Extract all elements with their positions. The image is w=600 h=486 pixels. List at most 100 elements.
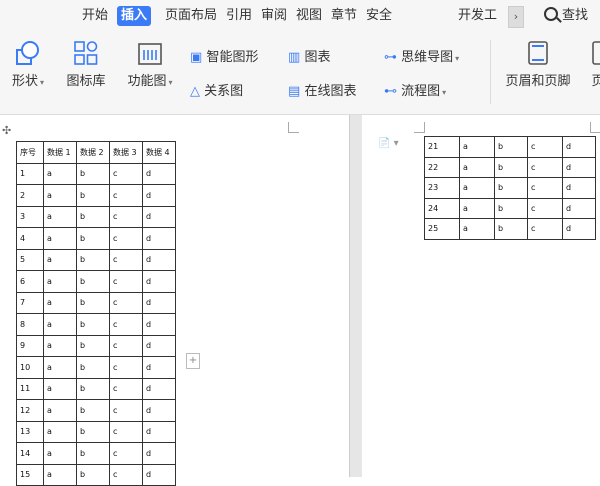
table-cell[interactable]: d: [562, 156, 596, 178]
tab-security[interactable]: 安全: [366, 6, 392, 26]
tab-view[interactable]: 视图: [296, 6, 322, 26]
table-cell[interactable]: c: [527, 156, 563, 178]
relation-chart-button[interactable]: △ 关系图: [190, 80, 243, 99]
chart-button[interactable]: ▥ 图表: [288, 46, 330, 65]
table-cell[interactable]: b: [76, 334, 110, 357]
table-cell[interactable]: 23: [424, 177, 460, 199]
table-cell[interactable]: a: [459, 218, 495, 240]
table-cell[interactable]: c: [109, 270, 143, 293]
table-cell[interactable]: d: [142, 162, 176, 185]
table-cell[interactable]: a: [43, 205, 77, 228]
page-number-button[interactable]: 页: [588, 40, 600, 89]
table-cell[interactable]: 1: [16, 162, 44, 185]
table-cell[interactable]: c: [109, 184, 143, 207]
table-cell[interactable]: d: [142, 205, 176, 228]
table-cell[interactable]: a: [43, 227, 77, 250]
table-cell[interactable]: c: [109, 399, 143, 422]
page-icon[interactable]: 📄 ▾: [378, 138, 399, 149]
table-cell[interactable]: a: [43, 270, 77, 293]
table-cell[interactable]: d: [142, 184, 176, 207]
table-cell[interactable]: d: [142, 377, 176, 400]
search-button[interactable]: 查找: [544, 6, 588, 26]
table-cell[interactable]: c: [527, 218, 563, 240]
table-cell[interactable]: 3: [16, 205, 44, 228]
tab-developer[interactable]: 开发工: [458, 6, 497, 26]
table-cell[interactable]: 15: [16, 463, 44, 486]
table-cell[interactable]: c: [527, 177, 563, 199]
table-cell[interactable]: b: [76, 420, 110, 443]
tab-page-layout[interactable]: 页面布局: [165, 6, 217, 26]
table-cell[interactable]: 8: [16, 313, 44, 336]
table-cell[interactable]: a: [43, 162, 77, 185]
table-cell[interactable]: 4: [16, 227, 44, 250]
table-cell[interactable]: b: [76, 463, 110, 486]
function-chart-button[interactable]: 功能图 ▾: [122, 40, 178, 89]
table-cell[interactable]: 7: [16, 291, 44, 314]
online-chart-button[interactable]: ▤ 在线图表: [288, 80, 356, 99]
table-cell[interactable]: 14: [16, 442, 44, 465]
tab-scroll-button[interactable]: ›: [508, 6, 524, 28]
flowchart-button[interactable]: ⊷ 流程图 ▾: [384, 80, 446, 99]
table-cell[interactable]: c: [109, 334, 143, 357]
table-cell[interactable]: 13: [16, 420, 44, 443]
table-cell[interactable]: a: [459, 156, 495, 178]
table-cell[interactable]: c: [109, 291, 143, 314]
table-cell[interactable]: c: [109, 356, 143, 379]
table-cell[interactable]: d: [142, 356, 176, 379]
table-cell[interactable]: d: [142, 291, 176, 314]
table-cell[interactable]: c: [527, 197, 563, 219]
table-cell[interactable]: b: [494, 218, 528, 240]
table-cell[interactable]: b: [76, 227, 110, 250]
table-move-handle-icon[interactable]: ✣: [2, 124, 11, 137]
table-cell[interactable]: a: [43, 313, 77, 336]
table-cell[interactable]: d: [142, 248, 176, 271]
table-cell[interactable]: b: [494, 156, 528, 178]
table-cell[interactable]: 12: [16, 399, 44, 422]
table-cell[interactable]: a: [43, 442, 77, 465]
table-cell[interactable]: 9: [16, 334, 44, 357]
table-cell[interactable]: b: [494, 177, 528, 199]
table-cell[interactable]: c: [109, 420, 143, 443]
table-cell[interactable]: a: [43, 291, 77, 314]
table-cell[interactable]: a: [43, 420, 77, 443]
tab-start[interactable]: 开始: [82, 6, 108, 26]
table-cell[interactable]: d: [142, 399, 176, 422]
table-cell[interactable]: d: [562, 136, 596, 158]
table-cell[interactable]: b: [76, 313, 110, 336]
tab-insert[interactable]: 插入: [117, 6, 152, 26]
table-cell[interactable]: d: [562, 177, 596, 199]
table-cell[interactable]: d: [142, 227, 176, 250]
table-cell[interactable]: a: [459, 197, 495, 219]
table-cell[interactable]: b: [494, 197, 528, 219]
icon-library-button[interactable]: 图标库: [64, 40, 108, 89]
table-cell[interactable]: b: [76, 162, 110, 185]
table-cell[interactable]: d: [142, 442, 176, 465]
table-cell[interactable]: b: [76, 205, 110, 228]
table-cell[interactable]: b: [76, 248, 110, 271]
header-footer-button[interactable]: 页眉和页脚: [498, 40, 578, 89]
table-cell[interactable]: a: [459, 177, 495, 199]
table-cell[interactable]: 11: [16, 377, 44, 400]
tab-chapter[interactable]: 章节: [331, 6, 357, 26]
table-cell[interactable]: a: [43, 248, 77, 271]
tab-review[interactable]: 审阅: [261, 6, 287, 26]
table-cell[interactable]: c: [109, 442, 143, 465]
table-cell[interactable]: c: [109, 377, 143, 400]
table-cell[interactable]: b: [76, 442, 110, 465]
shape-button[interactable]: 形状 ▾: [8, 40, 48, 89]
table-cell[interactable]: d: [142, 270, 176, 293]
table-cell[interactable]: b: [76, 270, 110, 293]
table-cell[interactable]: d: [142, 334, 176, 357]
mind-map-button[interactable]: ⊶ 思维导图 ▾: [384, 46, 459, 65]
table-cell[interactable]: a: [43, 399, 77, 422]
table-cell[interactable]: c: [109, 463, 143, 486]
table-cell[interactable]: c: [109, 313, 143, 336]
table-cell[interactable]: a: [43, 334, 77, 357]
table-cell[interactable]: 10: [16, 356, 44, 379]
tab-references[interactable]: 引用: [226, 6, 252, 26]
table-cell[interactable]: c: [109, 205, 143, 228]
table-cell[interactable]: a: [43, 463, 77, 486]
table-cell[interactable]: c: [109, 248, 143, 271]
table-cell[interactable]: d: [562, 218, 596, 240]
table-cell[interactable]: a: [43, 356, 77, 379]
